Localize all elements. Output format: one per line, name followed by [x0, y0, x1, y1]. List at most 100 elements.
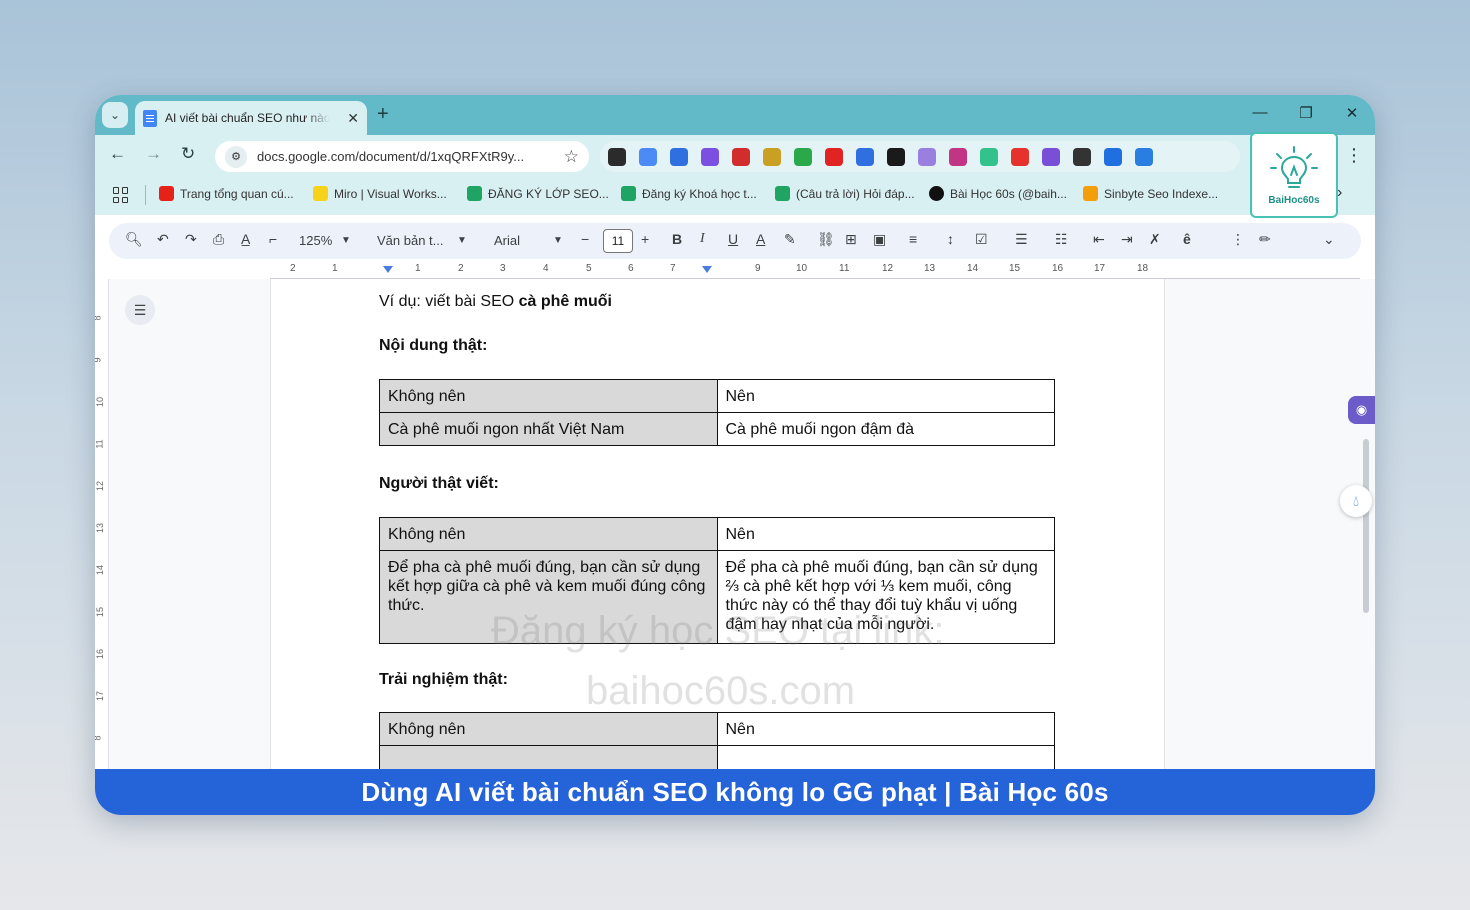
table-real-experience: Không nên Nên: [379, 712, 1055, 776]
italic-icon[interactable]: I: [700, 231, 705, 247]
ruler-tick-label: 1: [415, 263, 421, 274]
input-tools-icon[interactable]: ê: [1183, 231, 1191, 247]
ext-m-icon[interactable]: [1135, 147, 1153, 166]
reload-icon[interactable]: ↻: [181, 144, 195, 164]
ext-purple-icon[interactable]: [1042, 147, 1060, 166]
increase-font-size-icon[interactable]: +: [641, 231, 649, 247]
style-dropdown-icon[interactable]: ▼: [457, 235, 467, 246]
undo-icon[interactable]: ↶: [157, 231, 169, 248]
bookmark-star-icon[interactable]: ☆: [564, 147, 579, 167]
ext-robot-icon[interactable]: [763, 147, 781, 166]
paint-format-icon[interactable]: ⌐: [269, 231, 277, 247]
bookmark-item[interactable]: ĐĂNG KÝ LỚP SEO...: [467, 186, 609, 201]
ruler-tick-label: 15: [1009, 263, 1021, 274]
ext-tag2-icon[interactable]: [856, 147, 874, 166]
ruler-tick-label: 12: [95, 480, 106, 492]
image-icon[interactable]: ▣: [873, 231, 886, 248]
clear-formatting-icon[interactable]: ✗: [1149, 231, 1161, 248]
bookmark-label: Sinbyte Seo Indexe...: [1104, 186, 1219, 201]
restore-button[interactable]: ❐: [1291, 104, 1321, 122]
lightbulb-icon: [1270, 145, 1318, 188]
collapse-toolbar-icon[interactable]: ⌄: [1323, 231, 1335, 248]
bookmark-item[interactable]: Sinbyte Seo Indexe...: [1083, 186, 1218, 201]
horizontal-ruler[interactable]: 2 1 1 2 3 4 5 6 7 9 10 11 12 13 14 15 16 17 18: [270, 263, 1360, 279]
font-dropdown-icon[interactable]: ▼: [553, 235, 563, 246]
table-cell: Không nên: [379, 712, 718, 746]
tab-search-button[interactable]: ⌄: [102, 102, 128, 128]
tab-active[interactable]: AI viết bài chuẩn SEO như nào ✕: [135, 101, 367, 135]
site-info-icon[interactable]: ⚙: [225, 145, 247, 168]
redo-icon[interactable]: ↷: [185, 231, 197, 248]
highlight-icon[interactable]: ✎: [784, 231, 796, 248]
ext-c-icon[interactable]: [1073, 147, 1091, 166]
ext-docs-icon[interactable]: [639, 147, 657, 166]
font-select[interactable]: Arial: [494, 233, 520, 248]
docs-toolbar: 🔍︎ ↶ ↷ ⎙ A̲ ⌐ 125% ▼ Văn bản t... ▼ Aria…: [109, 223, 1361, 259]
link-icon[interactable]: ⛓: [817, 231, 835, 248]
ext-seo-icon[interactable]: [732, 147, 750, 166]
line-spacing-icon[interactable]: ↕: [947, 231, 954, 247]
ext-tag-icon[interactable]: [670, 147, 688, 166]
bookmark-item[interactable]: Bài Học 60s (@baih...: [929, 186, 1067, 201]
indent-marker-icon[interactable]: [702, 266, 712, 273]
ruler-tick-label: 11: [839, 263, 850, 274]
more-options-icon[interactable]: ⋮: [1231, 231, 1245, 248]
document-outline-icon[interactable]: ☰: [125, 295, 155, 325]
ext-instagram-icon[interactable]: [949, 147, 967, 166]
close-tab-icon[interactable]: ✕: [347, 110, 359, 127]
zoom-dropdown-icon[interactable]: ▼: [341, 235, 351, 246]
droplet-icon[interactable]: 💧︎: [1340, 485, 1372, 517]
ruler-tick-label: 13: [95, 522, 106, 534]
bookmark-item[interactable]: Miro | Visual Works...: [313, 186, 447, 201]
editing-mode-icon[interactable]: ✏: [1259, 231, 1271, 248]
underline-icon[interactable]: U: [728, 231, 738, 247]
ext-gear-icon[interactable]: [701, 147, 719, 166]
bookmark-item[interactable]: Trang tổng quan cú...: [159, 186, 294, 201]
forward-icon[interactable]: →: [145, 144, 162, 164]
sheets-icon: [621, 186, 636, 201]
table-cell: Nên: [716, 379, 1055, 413]
bookmark-label: Miro | Visual Works...: [334, 186, 447, 201]
print-icon[interactable]: ⎙: [213, 231, 224, 248]
numbered-list-icon[interactable]: ☷: [1055, 231, 1068, 248]
minimize-button[interactable]: —: [1245, 104, 1275, 121]
back-icon[interactable]: ←: [109, 144, 126, 164]
align-icon[interactable]: ≡: [909, 231, 917, 247]
ext-f-icon[interactable]: [887, 147, 905, 166]
comment-icon[interactable]: ⊞: [845, 231, 857, 248]
vertical-scrollbar[interactable]: [1363, 439, 1369, 613]
ai-assistant-icon[interactable]: ◉: [1348, 396, 1375, 424]
increase-indent-icon[interactable]: ⇥: [1121, 231, 1133, 248]
ext-dark-circle-icon[interactable]: [608, 147, 626, 166]
style-select[interactable]: Văn bản t...: [377, 233, 444, 248]
table-row: Không nên Nên: [379, 517, 1055, 551]
text-color-icon[interactable]: A: [756, 231, 765, 247]
checklist-icon[interactable]: ☑: [975, 231, 988, 248]
spellcheck-icon[interactable]: A̲: [241, 231, 250, 247]
ext-200-icon[interactable]: [794, 147, 812, 166]
new-tab-button[interactable]: +: [377, 103, 389, 126]
ext-bars-icon[interactable]: [1104, 147, 1122, 166]
close-window-button[interactable]: ✕: [1337, 104, 1367, 122]
bold-icon[interactable]: B: [672, 231, 682, 247]
ext-acrobat-icon[interactable]: [1011, 147, 1029, 166]
decrease-indent-icon[interactable]: ⇤: [1093, 231, 1105, 248]
browser-menu-icon[interactable]: ⋮: [1345, 145, 1363, 166]
apps-grid-icon[interactable]: [113, 187, 129, 203]
address-bar[interactable]: ⚙ docs.google.com/document/d/1xqQRFXtR9y…: [215, 141, 589, 172]
font-size-input[interactable]: 11: [603, 229, 633, 253]
ext-g-icon[interactable]: [980, 147, 998, 166]
bookmark-item[interactable]: Đăng ký Khoá học t...: [621, 186, 757, 201]
bulleted-list-icon[interactable]: ☰: [1015, 231, 1028, 248]
indent-marker-icon[interactable]: [383, 266, 393, 273]
bookmark-item[interactable]: (Câu trả lời) Hỏi đáp...: [775, 186, 915, 201]
search-menus-icon[interactable]: 🔍︎: [125, 231, 143, 248]
decrease-font-size-icon[interactable]: −: [581, 231, 589, 247]
zoom-select[interactable]: 125%: [299, 233, 332, 248]
document-page[interactable]: Ví dụ: viết bài SEO cà phê muối Nội dung…: [270, 279, 1165, 776]
ext-link-icon[interactable]: [918, 147, 936, 166]
ruler-tick-label: 6: [628, 263, 634, 274]
url-text[interactable]: docs.google.com/document/d/1xqQRFXtR9y..…: [257, 149, 547, 164]
ext-new-icon[interactable]: [825, 147, 843, 166]
vertical-ruler[interactable]: 8 9 10 11 12 13 14 15 16 17 8: [95, 279, 109, 769]
